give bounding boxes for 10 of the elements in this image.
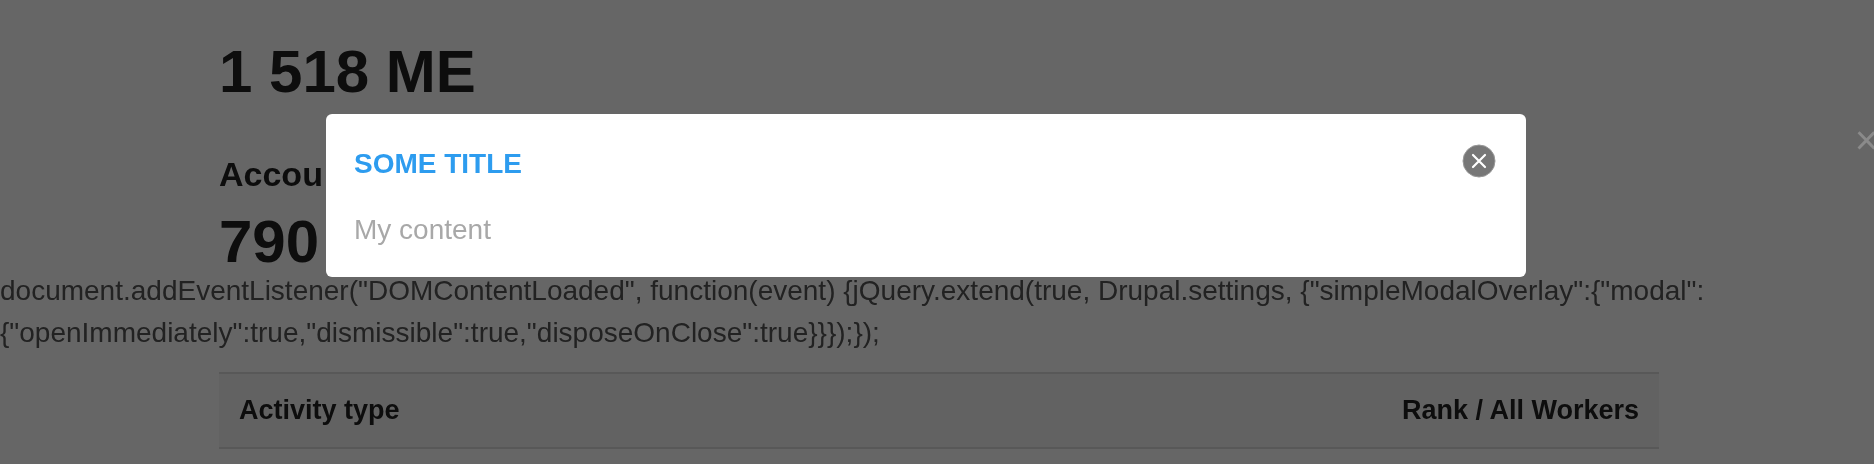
column-header: Activity type xyxy=(239,395,400,426)
close-icon xyxy=(1462,144,1496,178)
close-button[interactable] xyxy=(1462,144,1496,178)
modal-title: SOME TITLE xyxy=(354,148,522,180)
amount-value: 790 xyxy=(219,214,320,270)
column-header: Rank / All Workers xyxy=(1401,395,1639,426)
page-heading: 1 518 ME xyxy=(219,40,476,104)
script-text: document.addEventListener("DOMContentLoaded", function(event) {jQuery.extend(true, Drupal.settings, {"simpleModalOverlay":{"modal":{"openImmediately":true,"dismissible":true,"disposeOnClose":true}}});}); xyxy=(0,274,1706,350)
modal-content: My content xyxy=(354,214,492,246)
section-heading: Accou xyxy=(219,154,323,195)
